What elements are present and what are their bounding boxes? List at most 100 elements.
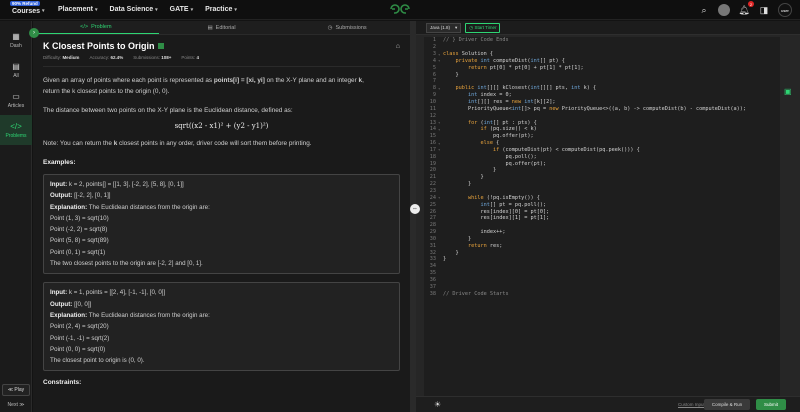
explanation-line: Point (0, 0) = sqrt(0) xyxy=(50,345,106,353)
line-number: 37 xyxy=(429,283,436,290)
code-text: pq.poll(); xyxy=(443,153,537,160)
code-line: 6 } xyxy=(424,71,780,78)
line-number: 17 xyxy=(429,146,436,153)
code-text: } xyxy=(443,235,472,242)
tab-editorial-label: Editorial xyxy=(215,24,236,31)
fold-icon[interactable] xyxy=(438,79,443,84)
nav-gate-label: GATE xyxy=(169,6,189,13)
explanation-line: Point (-2, 2) = sqrt(8) xyxy=(50,226,108,234)
fold-icon[interactable] xyxy=(438,45,443,50)
start-timer-button[interactable]: ◷ Start Timer xyxy=(465,22,501,33)
line-number: 6 xyxy=(432,71,436,78)
code-editor[interactable]: 1 // } Driver Code Ends 2 3 ▾ class Solutio… xyxy=(424,37,780,399)
examples-heading: Examples: xyxy=(43,159,76,166)
explanation-label: Explanation: xyxy=(50,203,88,211)
code-line: 20 } xyxy=(424,167,780,174)
fold-icon[interactable] xyxy=(438,264,443,269)
input-value: k = 2, points[] = [[1, 3], [-2, 2], [5, … xyxy=(67,181,184,188)
points-value: 4 xyxy=(196,55,199,60)
sidebar-item-articles[interactable]: ▭ Articles xyxy=(0,85,32,115)
code-text: pq.offer(pt); xyxy=(443,133,534,140)
search-icon[interactable]: ⌕ xyxy=(698,4,710,16)
bookmark-icon[interactable] xyxy=(157,43,164,49)
submit-button[interactable]: Submit xyxy=(756,399,786,410)
resize-handle-icon[interactable]: ⇔ xyxy=(410,204,420,214)
code-line: 11 PriorityQueue<int[]> pq = new Priorit… xyxy=(424,105,780,112)
line-number: 18 xyxy=(429,153,436,160)
example-box: Input: k = 1, points = [[2, 4], [-1, -1]… xyxy=(43,282,400,372)
sidebar-item-dash[interactable]: ▦ Dash xyxy=(0,25,32,55)
fold-icon[interactable] xyxy=(438,271,443,276)
language-select[interactable]: Java (1.8) ▾ xyxy=(426,22,462,33)
code-line: 33 } xyxy=(424,256,780,263)
avatar[interactable]: user xyxy=(778,3,792,17)
company-icon[interactable]: ⌂ xyxy=(396,43,400,50)
line-number: 14 xyxy=(429,126,436,133)
code-text: if (pq.size() < k) xyxy=(480,126,537,133)
gfg-logo[interactable] xyxy=(388,2,412,16)
input-label: Input: xyxy=(50,289,68,297)
line-number: 28 xyxy=(429,222,436,229)
nav-gate[interactable]: GATE ▾ xyxy=(170,6,193,13)
nav-placement[interactable]: Placement ▾ xyxy=(58,6,98,13)
input-value: k = 1, points = [[2, 4], [-1, -1], [0, 0… xyxy=(67,289,166,297)
notification-count: 2 xyxy=(748,1,754,7)
code-line: 27 res[index][1] = pt[1]; xyxy=(424,215,780,222)
line-number: 12 xyxy=(429,112,436,119)
desc-bold: points[i] = [xi, yi] xyxy=(213,77,265,84)
nav-data-science[interactable]: Data Science ▾ xyxy=(110,6,158,13)
output-value: [[-2, 2], [0, 1]] xyxy=(72,192,111,200)
next-button[interactable]: Next ≫ xyxy=(2,402,30,408)
theme-toggle-icon[interactable] xyxy=(718,4,730,16)
tab-submissions[interactable]: ◷ Submissions xyxy=(284,21,410,34)
code-line: 16 ▾ else { xyxy=(424,140,780,147)
line-number: 10 xyxy=(429,99,436,106)
explanation-line: Point (5, 8) = sqrt(89) xyxy=(50,237,109,245)
code-line: 14 ▾ if (pq.size() < k) xyxy=(424,126,780,133)
sidebar-item-problems[interactable]: </> Problems xyxy=(0,115,32,145)
fold-icon[interactable] xyxy=(438,277,443,282)
line-number: 31 xyxy=(429,242,436,249)
nav-practice[interactable]: Practice ▾ xyxy=(205,6,237,13)
code-line: 3 ▾ class Solution { xyxy=(424,51,780,58)
accuracy-value: 62.4% xyxy=(110,55,124,60)
custom-input-link[interactable]: Custom Input xyxy=(678,402,705,407)
fullscreen-icon[interactable]: ▣ xyxy=(784,87,796,99)
bell-icon[interactable]: 🔔︎ 2 xyxy=(738,1,754,16)
desc-text: , xyxy=(362,77,364,84)
line-number: 27 xyxy=(429,215,436,222)
tab-editorial[interactable]: ▤ Editorial xyxy=(159,21,285,34)
sidebar-expand-icon[interactable]: › xyxy=(29,28,39,38)
fold-icon[interactable] xyxy=(438,188,443,193)
code-line: 4 ▾ private int computeDist(int[] pt) { xyxy=(424,58,780,65)
code-line: 36 xyxy=(424,277,780,284)
code-line: 1 // } Driver Code Ends xyxy=(424,37,780,44)
fold-icon[interactable] xyxy=(438,223,443,228)
input-label: Input: xyxy=(50,181,68,188)
courses-menu[interactable]: 90% Refund Courses ▾ xyxy=(4,0,45,20)
line-number: 35 xyxy=(429,270,436,277)
code-text: for (int[] pt : pts) { xyxy=(468,119,537,126)
code-line: 12 xyxy=(424,112,780,119)
desc-text: on the X-Y plane and an integer xyxy=(264,77,359,84)
problem-tabs: </> Problem ▤ Editorial ◷ Submissions xyxy=(33,21,410,35)
line-number: 8 xyxy=(432,85,436,92)
fold-icon[interactable] xyxy=(438,113,443,118)
chat-icon[interactable]: ◨ xyxy=(758,4,770,16)
code-line: 35 xyxy=(424,270,780,277)
editor-footer: ☀ Custom Input Compile & Run Submit xyxy=(416,396,800,412)
fold-icon[interactable] xyxy=(438,284,443,289)
compile-run-button[interactable]: Compile & Run xyxy=(704,399,750,410)
note-text: Note: You can return the k closest point… xyxy=(43,138,400,149)
distance-description: The distance between two points on the X… xyxy=(43,107,293,114)
courses-label: Courses xyxy=(12,7,41,15)
explanation-value: The Euclidean distances from the origin … xyxy=(87,203,210,211)
explanation-line: Point (0, 1) = sqrt(1) xyxy=(50,248,106,256)
sidebar-item-all[interactable]: ▤ All xyxy=(0,55,32,85)
line-number: 4 xyxy=(432,57,436,64)
code-text: } xyxy=(443,174,484,181)
play-button[interactable]: ≪ Play xyxy=(2,384,30,396)
tab-problem[interactable]: </> Problem xyxy=(33,21,159,34)
code-line: 32 } xyxy=(424,249,780,256)
lightbulb-icon[interactable]: ☀ xyxy=(434,400,441,409)
